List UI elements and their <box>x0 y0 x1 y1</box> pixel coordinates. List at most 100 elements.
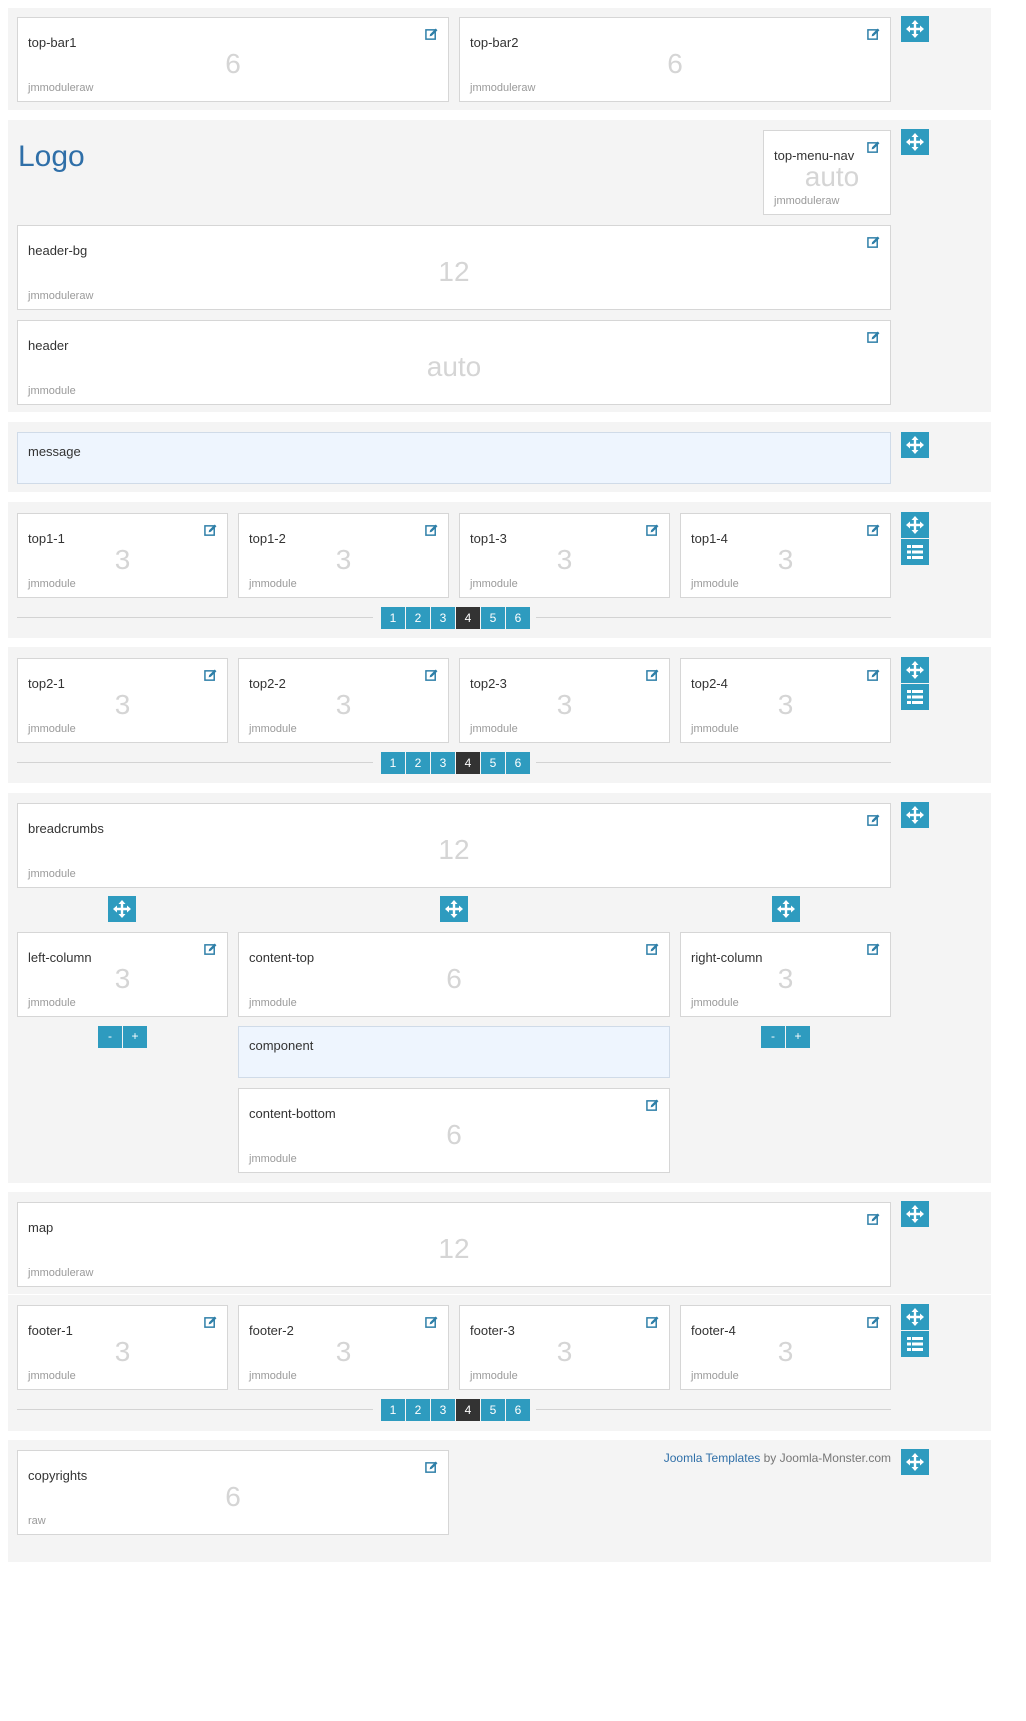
column-count-button[interactable]: 2 <box>406 1399 430 1421</box>
module-size: auto <box>804 161 860 192</box>
list-icon[interactable] <box>901 539 929 565</box>
module-size: 3 <box>335 1336 352 1367</box>
column-count-button[interactable]: 4 <box>456 607 480 629</box>
move-icon[interactable] <box>901 1304 929 1330</box>
module-size: 6 <box>446 1119 462 1150</box>
move-icon[interactable] <box>901 1201 929 1227</box>
edit-icon[interactable] <box>204 524 217 537</box>
right-column-plus-button[interactable]: + <box>786 1026 810 1048</box>
left-column-minus-button[interactable]: - <box>98 1026 122 1048</box>
edit-icon[interactable] <box>867 331 880 344</box>
module-top-bar1[interactable]: top-bar1 6 jmmoduleraw <box>17 17 449 102</box>
column-count-button[interactable]: 5 <box>481 607 505 629</box>
module-left-column[interactable]: left-column 3 jmmodule <box>17 932 228 1017</box>
joomla-templates-link[interactable]: Joomla Templates <box>664 1451 761 1465</box>
module-copyrights[interactable]: copyrights 6 raw <box>17 1450 449 1535</box>
column-count-button[interactable]: 1 <box>381 607 405 629</box>
edit-icon[interactable] <box>646 1099 659 1112</box>
move-icon[interactable] <box>901 512 929 538</box>
edit-icon[interactable] <box>425 1316 438 1329</box>
edit-icon[interactable] <box>646 669 659 682</box>
module-style: jmmodule <box>249 997 297 1009</box>
move-icon[interactable] <box>901 802 929 828</box>
module-style: jmmodule <box>28 997 76 1009</box>
move-icon[interactable] <box>901 657 929 683</box>
module-top1-1[interactable]: top1-1 3 jmmodule <box>17 513 228 598</box>
column-count-button[interactable]: 3 <box>431 1399 455 1421</box>
edit-icon[interactable] <box>204 943 217 956</box>
move-icon[interactable] <box>901 129 929 155</box>
edit-icon[interactable] <box>646 1316 659 1329</box>
edit-icon[interactable] <box>646 524 659 537</box>
edit-icon[interactable] <box>867 141 880 154</box>
column-count-button[interactable]: 5 <box>481 752 505 774</box>
list-icon[interactable] <box>901 1331 929 1357</box>
module-top2-1[interactable]: top2-1 3 jmmodule <box>17 658 228 743</box>
module-top1-2[interactable]: top1-2 3 jmmodule <box>238 513 449 598</box>
module-component[interactable]: component <box>238 1026 670 1078</box>
module-style: jmmodule <box>28 723 76 735</box>
module-footer-2[interactable]: footer-2 3 jmmodule <box>238 1305 449 1390</box>
module-map[interactable]: map 12 jmmoduleraw <box>17 1202 891 1287</box>
module-top2-4[interactable]: top2-4 3 jmmodule <box>680 658 891 743</box>
edit-icon[interactable] <box>867 669 880 682</box>
column-count-button[interactable]: 2 <box>406 607 430 629</box>
right-column-minus-button[interactable]: - <box>761 1026 785 1048</box>
edit-icon[interactable] <box>867 814 880 827</box>
column-count-button[interactable]: 1 <box>381 1399 405 1421</box>
module-size: 6 <box>225 1481 241 1512</box>
move-icon[interactable] <box>772 896 800 922</box>
module-style: raw <box>28 1515 46 1527</box>
edit-icon[interactable] <box>867 1213 880 1226</box>
list-icon[interactable] <box>901 684 929 710</box>
module-footer-3[interactable]: footer-3 3 jmmodule <box>459 1305 670 1390</box>
module-message[interactable]: message <box>17 432 891 484</box>
column-count-button[interactable]: 4 <box>456 1399 480 1421</box>
column-count-button[interactable]: 1 <box>381 752 405 774</box>
column-count-button[interactable]: 5 <box>481 1399 505 1421</box>
module-content-top[interactable]: content-top 6 jmmodule <box>238 932 670 1017</box>
column-count-button[interactable]: 6 <box>506 1399 530 1421</box>
column-count-button[interactable]: 2 <box>406 752 430 774</box>
module-top2-2[interactable]: top2-2 3 jmmodule <box>238 658 449 743</box>
module-header-bg[interactable]: header-bg 12 jmmoduleraw <box>17 225 891 310</box>
move-icon[interactable] <box>901 16 929 42</box>
module-top1-4[interactable]: top1-4 3 jmmodule <box>680 513 891 598</box>
move-icon[interactable] <box>901 432 929 458</box>
module-right-column[interactable]: right-column 3 jmmodule <box>680 932 891 1017</box>
edit-icon[interactable] <box>425 1461 438 1474</box>
column-pagination: 123456 <box>17 607 891 629</box>
move-icon[interactable] <box>440 896 468 922</box>
edit-icon[interactable] <box>204 1316 217 1329</box>
edit-icon[interactable] <box>867 1316 880 1329</box>
module-breadcrumbs[interactable]: breadcrumbs 12 jmmodule <box>17 803 891 888</box>
edit-icon[interactable] <box>425 28 438 41</box>
module-top2-3[interactable]: top2-3 3 jmmodule <box>459 658 670 743</box>
module-size: auto <box>426 351 482 382</box>
left-column-plus-button[interactable]: + <box>123 1026 147 1048</box>
footer-by: by <box>763 1451 777 1465</box>
edit-icon[interactable] <box>867 236 880 249</box>
move-icon[interactable] <box>108 896 136 922</box>
column-count-button[interactable]: 3 <box>431 752 455 774</box>
column-count-button[interactable]: 6 <box>506 607 530 629</box>
edit-icon[interactable] <box>425 524 438 537</box>
edit-icon[interactable] <box>867 28 880 41</box>
module-content-bottom[interactable]: content-bottom 6 jmmodule <box>238 1088 670 1173</box>
column-count-button[interactable]: 6 <box>506 752 530 774</box>
edit-icon[interactable] <box>646 943 659 956</box>
module-size: 6 <box>446 963 462 994</box>
edit-icon[interactable] <box>867 524 880 537</box>
move-icon[interactable] <box>901 1449 929 1475</box>
module-top1-3[interactable]: top1-3 3 jmmodule <box>459 513 670 598</box>
module-top-menu-nav[interactable]: top-menu-nav auto jmmoduleraw <box>763 130 891 215</box>
edit-icon[interactable] <box>425 669 438 682</box>
module-footer-1[interactable]: footer-1 3 jmmodule <box>17 1305 228 1390</box>
module-header[interactable]: header auto jmmodule <box>17 320 891 405</box>
edit-icon[interactable] <box>867 943 880 956</box>
module-footer-4[interactable]: footer-4 3 jmmodule <box>680 1305 891 1390</box>
column-count-button[interactable]: 4 <box>456 752 480 774</box>
column-count-button[interactable]: 3 <box>431 607 455 629</box>
module-top-bar2[interactable]: top-bar2 6 jmmoduleraw <box>459 17 891 102</box>
edit-icon[interactable] <box>204 669 217 682</box>
